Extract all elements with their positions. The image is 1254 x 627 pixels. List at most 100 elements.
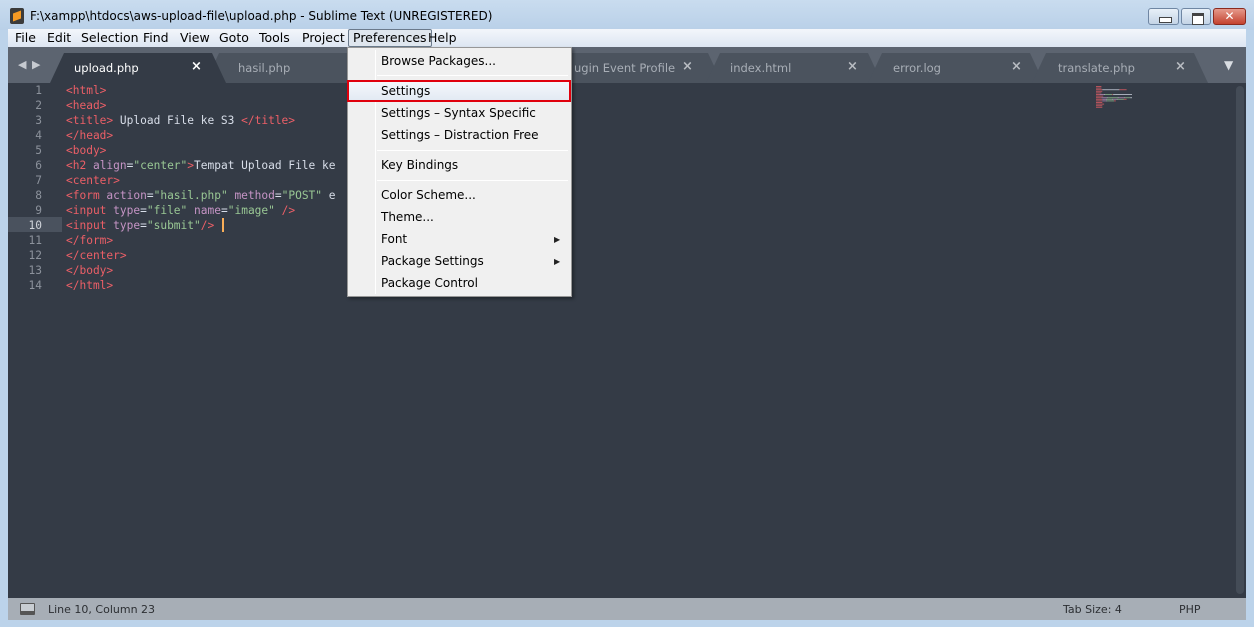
code-token-tag: </html> — [66, 279, 114, 292]
window-title: F:\xampp\htdocs\aws-upload-file\upload.p… — [30, 9, 493, 23]
code-token-tag: <input — [66, 219, 114, 232]
line-number: 3 — [35, 114, 42, 127]
submenu-arrow-icon: ▶ — [554, 257, 561, 266]
line-number: 8 — [35, 189, 42, 202]
code-token-tag: </form> — [66, 234, 114, 247]
code-token-tag: <html> — [66, 84, 107, 97]
code-token-attr: method — [234, 189, 275, 202]
status-bar — [8, 598, 1246, 620]
code-line[interactable]: <title> Upload File ke S3 </title> — [66, 113, 295, 128]
minimap-mark — [1112, 98, 1114, 100]
code-line[interactable]: </body> — [66, 263, 113, 278]
syntax-status[interactable]: PHP — [1179, 603, 1201, 616]
menu-item-key-bindings[interactable]: Key Bindings — [381, 154, 458, 176]
menu-item-package-settings[interactable]: Package Settings — [381, 250, 484, 272]
tab-close-icon[interactable]: × — [682, 59, 693, 74]
tab-close-icon[interactable]: × — [1175, 59, 1186, 74]
minimize-button[interactable] — [1148, 8, 1179, 25]
minimap-mark — [1114, 100, 1116, 102]
menu-help[interactable]: Help — [423, 29, 462, 47]
code-token-str: "image" — [227, 204, 275, 217]
code-line[interactable]: <input type="submit"/> — [66, 218, 214, 233]
code-line[interactable]: <input type="file" name="image" /> — [66, 203, 295, 218]
minimap-mark — [1104, 94, 1105, 95]
code-token-str: "submit" — [146, 219, 201, 232]
minimap-mark — [1102, 89, 1120, 91]
maximize-button[interactable] — [1181, 8, 1211, 25]
code-token-tag: </center> — [66, 249, 127, 262]
code-token-text: = — [140, 219, 147, 232]
tab-label: ugin Event Profile — [574, 61, 676, 75]
menu-item-settings-syntax-specific[interactable]: Settings – Syntax Specific — [381, 102, 536, 124]
minimap-mark — [1105, 94, 1113, 95]
line-number: 14 — [28, 279, 42, 292]
code-line[interactable]: <center> — [66, 173, 120, 188]
code-token-text: Tempat Upload File ke — [194, 159, 336, 172]
menu-project[interactable]: Project — [297, 29, 350, 47]
minimap-mark — [1130, 97, 1132, 99]
vertical-scrollbar[interactable] — [1236, 86, 1244, 594]
menu-preferences[interactable]: Preferences — [348, 29, 432, 47]
code-token-tag: <input — [66, 204, 114, 217]
minimap-mark — [1099, 94, 1105, 95]
code-line[interactable]: <head> — [66, 98, 106, 113]
minimap-mark — [1096, 94, 1100, 95]
menu-item-color-scheme[interactable]: Color Scheme... — [381, 184, 476, 206]
menu-item-font[interactable]: Font — [381, 228, 407, 250]
minimap-mark — [1112, 94, 1114, 95]
minimap-mark — [1102, 100, 1106, 102]
tab-size-status[interactable]: Tab Size: 4 — [1063, 603, 1122, 616]
minimap-mark — [1096, 92, 1102, 94]
menu-item-theme[interactable]: Theme... — [381, 206, 434, 228]
menu-edit[interactable]: Edit — [42, 29, 76, 47]
menu-item-browse-packages[interactable]: Browse Packages... — [381, 50, 496, 72]
minimap-mark — [1117, 97, 1119, 99]
code-token-str: "file" — [146, 204, 188, 217]
menu-view[interactable]: View — [175, 29, 215, 47]
code-line[interactable]: <form action="hasil.php" method="POST" e — [66, 188, 336, 203]
code-line[interactable]: </center> — [66, 248, 127, 263]
menu-separator — [377, 180, 568, 181]
menu-tools[interactable]: Tools — [254, 29, 295, 47]
code-line[interactable]: <html> — [66, 83, 106, 98]
code-token-text: = — [220, 204, 228, 217]
minimap-mark — [1096, 89, 1103, 91]
line-number: 2 — [35, 99, 42, 112]
minimap[interactable] — [1094, 84, 1164, 110]
tab-label: index.html — [730, 61, 792, 75]
text-cursor — [222, 218, 224, 232]
tab-nav-arrows-icon[interactable]: ◀ ▶ — [18, 58, 41, 71]
code-token-tag: /> — [200, 219, 215, 232]
panel-toggle-icon[interactable] — [20, 603, 35, 615]
minimap-mark — [1119, 89, 1127, 91]
minimap-mark — [1096, 106, 1103, 108]
tab-overflow-icon[interactable]: ▼ — [1224, 58, 1233, 72]
menu-file[interactable]: File — [10, 29, 41, 47]
code-line[interactable]: <body> — [66, 143, 106, 158]
code-token-str: "hasil.php" — [153, 189, 228, 202]
menu-find[interactable]: Find — [138, 29, 174, 47]
code-token-tag: <center> — [66, 174, 120, 187]
minimap-mark — [1118, 97, 1124, 99]
code-line[interactable]: <h2 align="center">Tempat Upload File ke — [66, 158, 335, 173]
close-window-button[interactable]: ✕ — [1213, 8, 1246, 25]
line-number: 4 — [35, 129, 42, 142]
tab-close-icon[interactable]: × — [847, 59, 858, 74]
code-token-tag: </head> — [66, 129, 114, 142]
line-number: 5 — [35, 144, 42, 157]
minimap-mark — [1107, 97, 1118, 99]
menu-separator — [377, 150, 568, 151]
minimap-mark — [1096, 97, 1102, 99]
menu-item-settings[interactable]: Settings — [381, 80, 430, 102]
minimap-mark — [1106, 97, 1108, 99]
menu-item-package-control[interactable]: Package Control — [381, 272, 478, 294]
tab-close-icon[interactable]: × — [1011, 59, 1022, 74]
menu-goto[interactable]: Goto — [214, 29, 254, 47]
menu-item-settings-distraction-free[interactable]: Settings – Distraction Free — [381, 124, 539, 146]
minimap-mark — [1123, 98, 1127, 100]
tab-close-icon[interactable]: × — [191, 59, 202, 74]
code-line[interactable]: </html> — [66, 278, 113, 293]
code-line[interactable]: </form> — [66, 233, 113, 248]
menu-selection[interactable]: Selection — [76, 29, 144, 47]
code-line[interactable]: </head> — [66, 128, 113, 143]
